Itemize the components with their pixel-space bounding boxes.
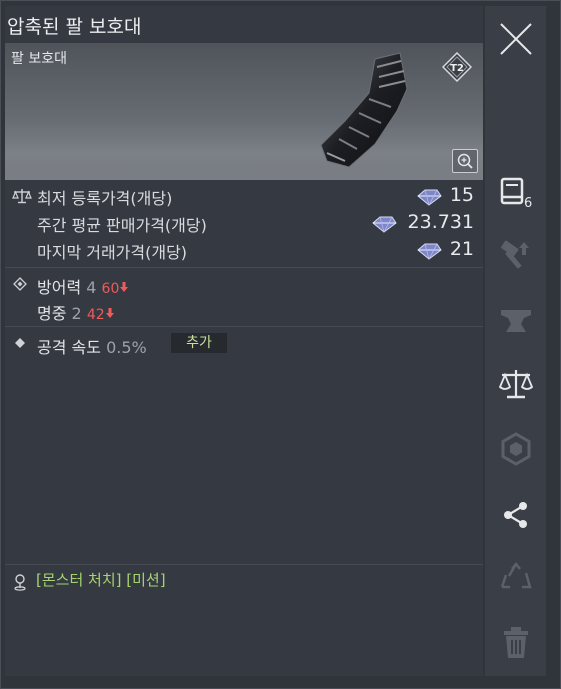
diamond-outline-icon [13,277,27,291]
acquisition-source: [몬스터 처치] [미션] [36,571,166,589]
attack-speed-label: 공격 속도 [37,338,101,357]
defense-stat: 방어력 4 60 [37,274,129,298]
share-icon [504,502,527,528]
weekly-avg-price-label: 주간 평균 판매가격(개당) [37,216,207,235]
trash-icon [504,627,528,658]
zoom-button[interactable] [452,149,478,173]
anvil-icon [501,310,531,332]
book-icon: 6 [500,177,532,211]
dismantle-button[interactable] [498,561,534,597]
last-trade-price-label: 마지막 거래가격(개당) [37,243,188,262]
diamond-currency-icon [372,216,397,233]
weekly-avg-price-value: 23.731 [407,211,474,233]
lowest-price-value: 15 [449,184,474,206]
diamond-currency-icon [417,243,442,260]
craft-button[interactable] [498,302,534,338]
lowest-price-label: 최저 등록가격(개당) [37,189,173,208]
last-trade-price-value: 21 [449,238,474,260]
delete-button[interactable] [498,625,534,661]
accuracy-label: 명중 [37,304,67,323]
item-preview: 팔 보호대 T2 [5,43,483,180]
defense-value: 4 [86,278,97,297]
codex-button[interactable]: 6 [498,175,534,211]
attack-speed-value: 0.5% [106,338,147,357]
close-icon [500,23,532,55]
hammer-upgrade-icon [500,240,529,269]
extra-option-tag: 추가 [171,333,227,353]
accuracy-stat: 명중 2 42 [37,300,115,324]
gem-socket-icon [501,432,531,466]
armguard-image [320,52,408,168]
recycle-icon [500,561,532,589]
item-title: 압축된 팔 보호대 [7,16,142,38]
tier-badge-icon: T2 [442,52,472,82]
socket-button[interactable] [498,431,534,467]
divider [5,326,483,327]
scale-icon [498,370,534,399]
divider [5,564,483,565]
location-pin-icon [14,574,26,591]
tier-badge-label: T2 [450,63,464,74]
defense-label: 방어력 [37,278,82,297]
accuracy-compare-value: 42 [86,307,105,323]
exchange-button[interactable] [498,366,534,402]
decrease-arrow-icon [105,308,114,318]
magnifier-plus-icon [457,153,473,169]
divider [5,267,483,268]
diamond-currency-icon [417,189,442,206]
accuracy-value: 2 [71,304,82,323]
attack-speed-stat: 공격 속도 0.5% [37,334,147,358]
defense-compare-value: 60 [101,281,120,297]
close-button[interactable] [498,21,534,57]
enhance-button[interactable] [498,238,534,274]
share-button[interactable] [498,497,534,533]
decrease-arrow-icon [120,282,129,292]
diamond-filled-icon [15,338,25,348]
scale-small-icon [12,189,32,204]
codex-count-badge: 6 [524,196,532,211]
item-type-label: 팔 보호대 [11,51,67,67]
